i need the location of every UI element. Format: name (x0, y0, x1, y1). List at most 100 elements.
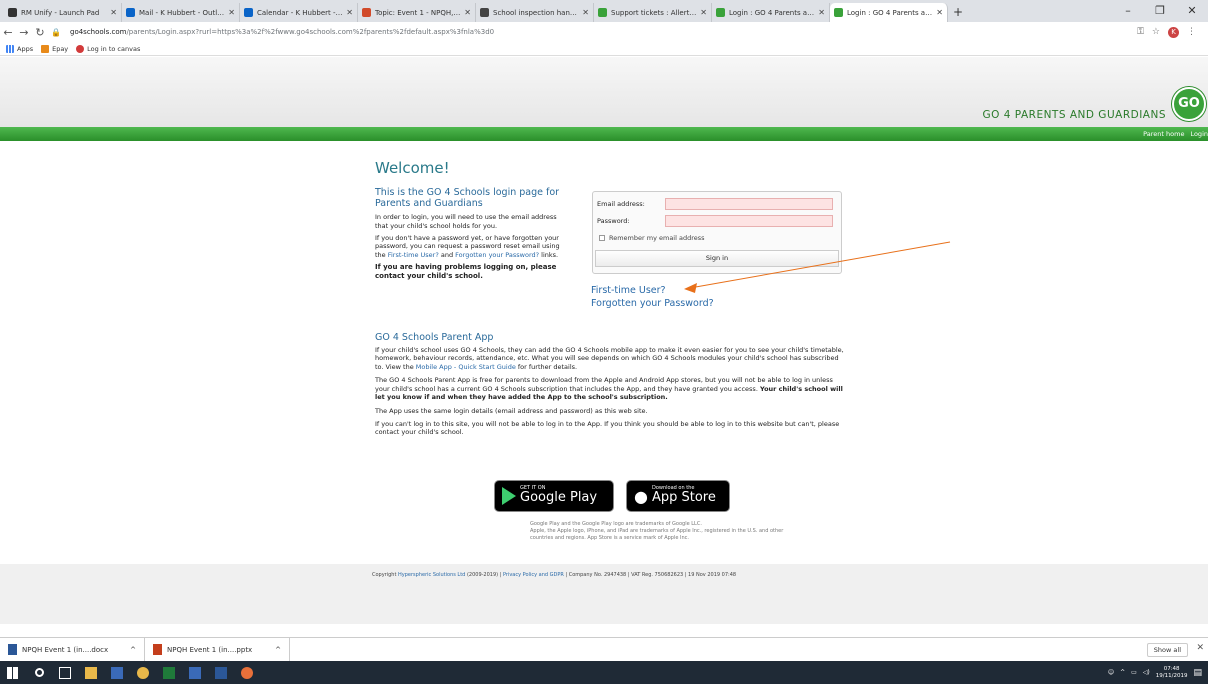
key-icon[interactable]: ⚿ (1137, 27, 1144, 37)
profile-avatar[interactable]: K (1168, 26, 1179, 38)
browser-tab-bar: RM Unify - Launch Pad ✕ Mail - K Hubbert -… (0, 0, 1208, 22)
app-store-badge[interactable]: ● Download on the App Store (626, 480, 730, 512)
browser-tab[interactable]: Login : GO 4 Parents and G ✕ (712, 3, 830, 22)
page-title: Welcome! (375, 159, 450, 177)
login-intro: Welcome! This is the GO 4 Schools login … (375, 158, 565, 282)
chevron-up-icon[interactable]: ^ (1120, 669, 1125, 676)
account-links: First-time User? Forgotten your Password… (591, 284, 714, 311)
chevron-up-icon[interactable]: ^ (130, 646, 136, 654)
inline-forgotten-link[interactable]: Forgotten your Password? (455, 251, 539, 259)
tab-close-icon[interactable]: ✕ (582, 8, 589, 17)
file-explorer-icon[interactable] (78, 661, 104, 684)
bookmark-apps[interactable]: Apps (6, 44, 33, 53)
inline-first-time-link[interactable]: First-time User? (388, 251, 439, 259)
store-badges: GET IT ON Google Play ● Download on the Ap… (494, 480, 730, 512)
nav-parent-home[interactable]: Parent home (1143, 130, 1184, 138)
browser-tab[interactable]: Topic: Event 1 - NPQH, Dat ✕ (358, 3, 476, 22)
address-bar-row: ← → ↻ 🔒 go4schools.com/parents/Login.asp… (0, 22, 1208, 42)
tab-close-icon[interactable]: ✕ (700, 8, 707, 17)
browser-tab[interactable]: Support tickets : Allerton G ✕ (594, 3, 712, 22)
bookmark-canvas[interactable]: Log in to canvas (76, 44, 140, 53)
parent-app-section: GO 4 Schools Parent App If your child's … (375, 332, 845, 437)
tab-favicon (362, 8, 371, 17)
app-heading: GO 4 Schools Parent App (375, 332, 494, 343)
minimize-icon[interactable]: – (1112, 0, 1144, 22)
chrome-icon[interactable] (130, 661, 156, 684)
task-view-icon[interactable] (52, 661, 78, 684)
password-label: Password: (597, 217, 630, 225)
star-icon[interactable]: ☆ (1152, 27, 1160, 37)
tab-favicon (480, 8, 489, 17)
download-item-pptx[interactable]: NPQH Event 1 (in....pptx ^ (145, 637, 290, 662)
tab-close-icon[interactable]: ✕ (936, 8, 943, 17)
hyperspheric-link[interactable]: Hyperspheric Solutions Ltd (398, 572, 465, 578)
forward-icon[interactable]: → (16, 26, 32, 39)
canvas-icon (76, 44, 85, 53)
tab-close-icon[interactable]: ✕ (228, 8, 235, 17)
password-field[interactable] (665, 215, 833, 227)
tab-favicon (834, 8, 843, 17)
back-icon[interactable]: ← (0, 26, 16, 39)
site-header: GO 4 PARENTS AND GUARDIANS GO (0, 57, 1208, 127)
show-all-downloads-button[interactable]: Show all (1146, 643, 1188, 657)
bookmark-epay[interactable]: Epay (41, 44, 68, 53)
quick-start-guide-link[interactable]: Mobile App - Quick Start Guide (416, 363, 516, 371)
chrome-icon-2[interactable] (234, 661, 260, 684)
sims-icon-2[interactable] (182, 661, 208, 684)
bookmarks-bar: Apps Epay Log in to canvas (0, 42, 1208, 56)
app-paragraph-4: If you can't log in to this site, you wi… (375, 419, 840, 437)
url-field[interactable]: go4schools.com/parents/Login.aspx?rurl=h… (70, 28, 1137, 36)
reload-icon[interactable]: ↻ (32, 26, 48, 39)
tab-close-icon[interactable]: ✕ (346, 8, 353, 17)
clock[interactable]: 07:48 19/11/2019 (1156, 666, 1188, 679)
app-paragraph-3: The App uses the same login details (ema… (375, 406, 648, 415)
browser-tab[interactable]: RM Unify - Launch Pad ✕ (4, 3, 122, 22)
google-play-badge[interactable]: GET IT ON Google Play (494, 480, 614, 512)
windows-start-icon[interactable] (0, 661, 26, 684)
intro-paragraph-2: If you don't have a password yet, or hav… (375, 233, 560, 260)
network-icon[interactable]: ▭ (1131, 669, 1137, 676)
word-file-icon (8, 644, 17, 655)
people-icon[interactable]: ☺ (1108, 669, 1114, 676)
browser-tab[interactable]: Mail - K Hubbert - Outlook ✕ (122, 3, 240, 22)
browser-tab[interactable]: School inspection handboo ✕ (476, 3, 594, 22)
copyright-text: Copyright Hyperspheric Solutions Ltd (20… (372, 572, 737, 578)
remember-checkbox[interactable] (599, 235, 605, 241)
excel-icon[interactable] (156, 661, 182, 684)
remember-email-option[interactable]: Remember my email address (599, 234, 705, 242)
privacy-policy-link[interactable]: Privacy Policy and GDPR (503, 572, 564, 578)
app-paragraph-2: The GO 4 Schools Parent App is free for … (375, 376, 843, 402)
word-icon[interactable] (208, 661, 234, 684)
download-item-docx[interactable]: NPQH Event 1 (in....docx ^ (0, 637, 145, 662)
tab-close-icon[interactable]: ✕ (818, 8, 825, 17)
login-form: Email address: Password: Remember my ema… (592, 191, 842, 274)
powerpoint-file-icon (153, 644, 162, 655)
tab-close-icon[interactable]: ✕ (464, 8, 471, 17)
chevron-up-icon[interactable]: ^ (275, 646, 281, 654)
site-nav-bar: Parent home Login (0, 127, 1208, 141)
close-downloads-icon[interactable]: ✕ (1196, 643, 1204, 653)
search-icon[interactable] (26, 661, 52, 684)
first-time-user-link[interactable]: First-time User? (591, 284, 714, 297)
menu-icon[interactable]: ⋮ (1187, 27, 1196, 37)
downloads-bar: NPQH Event 1 (in....docx ^ NPQH Event 1 (… (0, 637, 1208, 662)
apps-grid-icon (6, 44, 14, 53)
volume-icon[interactable]: ◁) (1143, 669, 1150, 676)
windows-taskbar: ☺ ^ ▭ ◁) 07:48 19/11/2019 ▤ (0, 661, 1208, 684)
tab-close-icon[interactable]: ✕ (110, 8, 117, 17)
intro-paragraph-3: If you are having problems logging on, p… (375, 262, 557, 281)
maximize-icon[interactable]: ❐ (1144, 0, 1176, 22)
notifications-icon[interactable]: ▤ (1193, 668, 1202, 678)
email-field[interactable] (665, 198, 833, 210)
site-brand: GO 4 PARENTS AND GUARDIANS (982, 109, 1166, 121)
browser-tab[interactable]: Login : GO 4 Parents and G ✕ (830, 3, 948, 22)
sign-in-button[interactable]: Sign in (595, 250, 839, 267)
forgotten-password-link[interactable]: Forgotten your Password? (591, 297, 714, 310)
google-play-icon (502, 487, 516, 505)
nav-login[interactable]: Login (1190, 130, 1208, 138)
browser-tab[interactable]: Calendar - K Hubbert - Out ✕ (240, 3, 358, 22)
sims-icon[interactable] (104, 661, 130, 684)
close-window-icon[interactable]: ✕ (1176, 0, 1208, 22)
new-tab-button[interactable]: + (948, 3, 968, 22)
lock-icon: 🔒 (51, 27, 61, 37)
